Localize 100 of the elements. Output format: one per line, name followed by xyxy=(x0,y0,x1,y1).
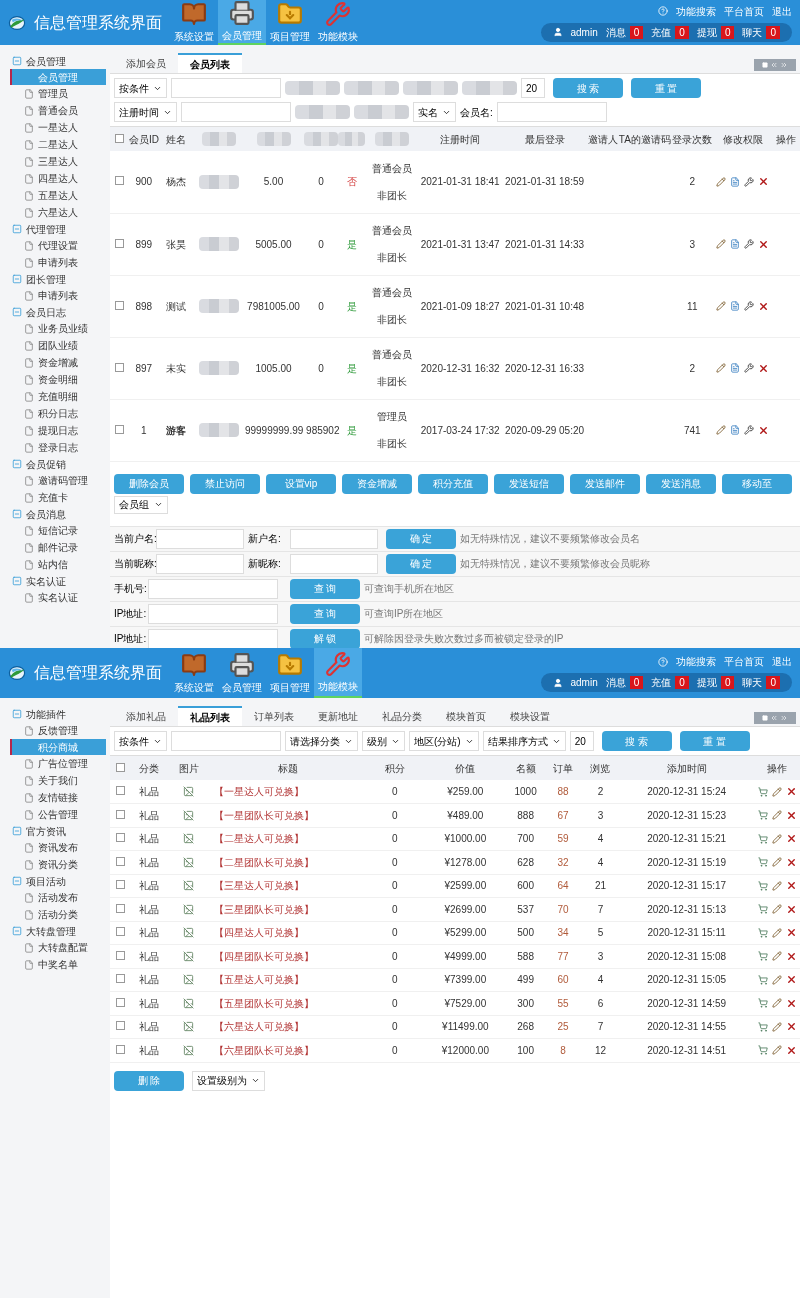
input-field[interactable] xyxy=(290,553,378,574)
sidebar-item[interactable]: 充值明细 xyxy=(38,389,78,404)
tools-icon[interactable] xyxy=(744,363,755,373)
checkbox[interactable] xyxy=(115,1021,125,1031)
tools-icon[interactable] xyxy=(744,176,755,187)
checkbox[interactable] xyxy=(115,880,125,890)
edit-icon[interactable] xyxy=(771,904,782,915)
sidebar-item[interactable]: 邮件记录 xyxy=(38,540,78,555)
document-icon[interactable] xyxy=(730,176,741,187)
sidebar-item[interactable]: 资讯发布 xyxy=(38,840,78,855)
document-icon[interactable] xyxy=(730,301,741,311)
sidebar-group[interactable]: 会员管理 xyxy=(26,53,66,69)
sidebar-item[interactable]: 短信记录 xyxy=(38,523,78,538)
delete-icon[interactable] xyxy=(785,950,797,962)
checkbox[interactable] xyxy=(115,424,124,434)
sidebar-item[interactable]: 二星达人 xyxy=(38,137,78,152)
sidebar-group[interactable]: 会员促销 xyxy=(26,456,66,472)
tab[interactable]: 订单列表 xyxy=(242,706,306,726)
delete-icon[interactable] xyxy=(785,856,797,868)
gift-title[interactable]: 【一星达人可兑换】 xyxy=(213,786,304,797)
document-icon[interactable] xyxy=(730,363,741,373)
delete-icon[interactable] xyxy=(758,362,770,374)
sidebar-group[interactable]: 会员日志 xyxy=(26,304,66,320)
cart-icon[interactable] xyxy=(757,857,768,868)
delete-icon[interactable] xyxy=(785,1021,797,1033)
cart-icon[interactable] xyxy=(757,810,768,821)
checkbox[interactable] xyxy=(115,833,125,843)
sidebar-item[interactable]: 申请列表 xyxy=(38,255,78,270)
checkbox[interactable] xyxy=(115,903,125,913)
pager-control[interactable] xyxy=(754,59,796,71)
group-select[interactable]: 会员组 xyxy=(114,495,168,514)
delete-icon[interactable] xyxy=(785,833,797,845)
delete-icon[interactable] xyxy=(785,786,797,797)
pager-control[interactable] xyxy=(754,712,796,724)
edit-icon[interactable] xyxy=(771,951,782,962)
input-field[interactable] xyxy=(171,731,281,751)
delete-icon[interactable] xyxy=(758,176,770,188)
edit-icon[interactable] xyxy=(771,998,782,1009)
edit-icon[interactable] xyxy=(771,833,782,844)
select-field[interactable]: 地区(分站) xyxy=(409,731,479,751)
select-field[interactable]: 实名 xyxy=(413,102,456,122)
tab[interactable]: 礼品分类 xyxy=(370,706,434,726)
input-field[interactable]: 20 xyxy=(569,731,594,751)
cart-icon[interactable] xyxy=(757,833,768,844)
tools-icon[interactable] xyxy=(744,239,755,249)
delete-icon[interactable] xyxy=(785,927,797,939)
tab[interactable]: 会员列表 xyxy=(178,53,242,73)
tools-icon[interactable] xyxy=(744,301,755,311)
checkbox[interactable] xyxy=(115,238,124,248)
gift-title[interactable]: 【五星达人可兑换】 xyxy=(213,974,304,986)
tab[interactable]: 添加礼品 xyxy=(114,706,178,726)
checkbox[interactable] xyxy=(115,809,125,819)
select-field[interactable]: 结果排序方式 xyxy=(482,731,566,751)
sidebar-item[interactable]: 五星达人 xyxy=(38,188,78,203)
sidebar-item[interactable]: 实名认证 xyxy=(38,590,78,605)
sidebar-item[interactable]: 一星达人 xyxy=(38,120,78,135)
checkbox[interactable] xyxy=(115,927,125,937)
edit-icon[interactable] xyxy=(771,1045,782,1056)
tools-icon[interactable] xyxy=(744,425,755,435)
sidebar-item[interactable]: 三星达人 xyxy=(38,154,78,169)
gift-title[interactable]: 【四星团队长可兑换】 xyxy=(213,950,314,962)
cart-icon[interactable] xyxy=(757,904,768,915)
sidebar-item[interactable]: 活动分类 xyxy=(38,907,78,922)
sidebar-item[interactable]: 积分日志 xyxy=(38,406,78,421)
cart-icon[interactable] xyxy=(757,951,768,962)
sidebar-item[interactable]: 公告管理 xyxy=(38,807,78,822)
select-field[interactable]: 请选择分类 xyxy=(285,731,358,751)
gift-title[interactable]: 【六星达人可兑换】 xyxy=(213,1021,304,1033)
checkbox[interactable] xyxy=(115,786,125,795)
gift-title[interactable]: 【一星团队长可兑换】 xyxy=(213,809,314,821)
delete-icon[interactable] xyxy=(785,974,797,986)
tab[interactable]: 添加会员 xyxy=(114,53,178,73)
cart-icon[interactable] xyxy=(757,1021,768,1032)
delete-icon[interactable] xyxy=(785,809,797,821)
delete-icon[interactable] xyxy=(758,238,770,250)
input-field[interactable] xyxy=(148,603,278,624)
sidebar-item[interactable]: 关于我们 xyxy=(38,773,78,788)
sidebar-group[interactable]: 会员消息 xyxy=(26,506,66,522)
gift-title[interactable]: 【五星团队长可兑换】 xyxy=(213,997,314,1009)
select-field[interactable]: 按条件 xyxy=(114,78,167,98)
sidebar-item[interactable]: 四星达人 xyxy=(38,171,78,186)
edit-icon[interactable] xyxy=(771,1021,782,1032)
sidebar-group[interactable]: 功能插件 xyxy=(26,706,66,722)
sidebar-item[interactable]: 友情链接 xyxy=(38,790,78,805)
sidebar-group[interactable]: 大转盘管理 xyxy=(26,923,76,939)
input-field[interactable] xyxy=(290,528,378,549)
input-field[interactable] xyxy=(156,553,244,574)
checkbox[interactable] xyxy=(115,974,125,984)
edit-icon[interactable] xyxy=(771,880,782,891)
tab[interactable]: 更新地址 xyxy=(306,706,370,726)
delete-icon[interactable] xyxy=(758,424,770,436)
tab[interactable]: 礼品列表 xyxy=(178,706,242,726)
select-field[interactable]: 注册时间 xyxy=(114,102,177,122)
cart-icon[interactable] xyxy=(757,927,768,938)
document-icon[interactable] xyxy=(730,425,741,435)
delete-icon[interactable] xyxy=(785,880,797,892)
edit-icon[interactable] xyxy=(771,857,782,868)
delete-icon[interactable] xyxy=(785,903,797,915)
gift-title[interactable]: 【三星达人可兑换】 xyxy=(213,880,304,892)
sidebar-item[interactable]: 管理员 xyxy=(38,86,68,101)
